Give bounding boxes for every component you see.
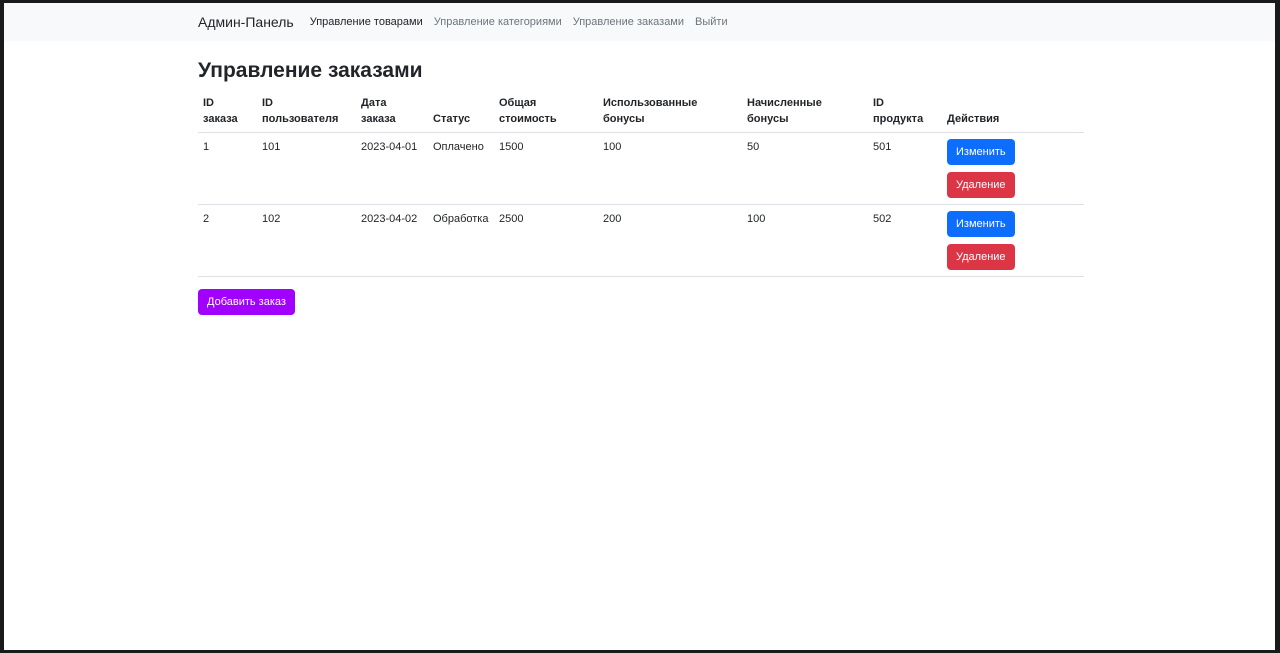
- nav-categories[interactable]: Управление категориями: [434, 16, 562, 28]
- header-actions: Действия: [942, 92, 1084, 133]
- cell-total: 2500: [494, 204, 598, 277]
- page-title: Управление заказами: [198, 59, 423, 82]
- table-header-row: ID заказа ID пользователя Дата заказа Стату…: [198, 92, 1084, 133]
- cell-used-bonus: 200: [598, 204, 742, 277]
- nav-products[interactable]: Управление товарами: [310, 16, 423, 28]
- cell-user-id: 101: [257, 132, 356, 205]
- browser-viewport: Админ-Панель Управление товарами Управле…: [4, 3, 1275, 650]
- cell-status: Оплачено: [428, 132, 494, 205]
- header-order-id: ID заказа: [198, 92, 257, 133]
- orders-table: ID заказа ID пользователя Дата заказа Стату…: [198, 92, 1084, 277]
- navbar: Админ-Панель Управление товарами Управле…: [4, 3, 1275, 41]
- header-user-id: ID пользователя: [257, 92, 356, 133]
- cell-date: 2023-04-02: [356, 204, 428, 277]
- delete-button[interactable]: Удаление: [947, 172, 1015, 198]
- cell-used-bonus: 100: [598, 132, 742, 205]
- cell-earned-bonus: 100: [742, 204, 868, 277]
- header-product-id: ID продукта: [868, 92, 942, 133]
- nav-orders[interactable]: Управление заказами: [573, 16, 684, 28]
- cell-order-id: 2: [198, 204, 257, 277]
- cell-order-id: 1: [198, 132, 257, 205]
- cell-actions: Изменить Удаление: [942, 204, 1084, 277]
- cell-earned-bonus: 50: [742, 132, 868, 205]
- header-used-bonus: Использованные бонусы: [598, 92, 742, 133]
- cell-status: Обработка: [428, 204, 494, 277]
- brand-link[interactable]: Админ-Панель: [198, 14, 294, 30]
- nav-logout[interactable]: Выйти: [695, 16, 728, 28]
- header-total: Общая стоимость: [494, 92, 598, 133]
- header-earned-bonus: Начисленные бонусы: [742, 92, 868, 133]
- add-order-button[interactable]: Добавить заказ: [198, 289, 295, 315]
- cell-total: 1500: [494, 132, 598, 205]
- cell-user-id: 102: [257, 204, 356, 277]
- delete-button[interactable]: Удаление: [947, 244, 1015, 270]
- edit-button[interactable]: Изменить: [947, 139, 1015, 165]
- cell-actions: Изменить Удаление: [942, 132, 1084, 205]
- cell-product-id: 501: [868, 132, 942, 205]
- table-row: 1 101 2023-04-01 Оплачено 1500 100 50 50…: [198, 132, 1084, 205]
- header-status: Статус: [428, 92, 494, 133]
- table-row: 2 102 2023-04-02 Обработка 2500 200 100 …: [198, 204, 1084, 277]
- edit-button[interactable]: Изменить: [947, 211, 1015, 237]
- cell-product-id: 502: [868, 204, 942, 277]
- cell-date: 2023-04-01: [356, 132, 428, 205]
- main-content: Управление заказами ID заказа ID пользоват…: [198, 58, 1084, 315]
- header-order-date: Дата заказа: [356, 92, 428, 133]
